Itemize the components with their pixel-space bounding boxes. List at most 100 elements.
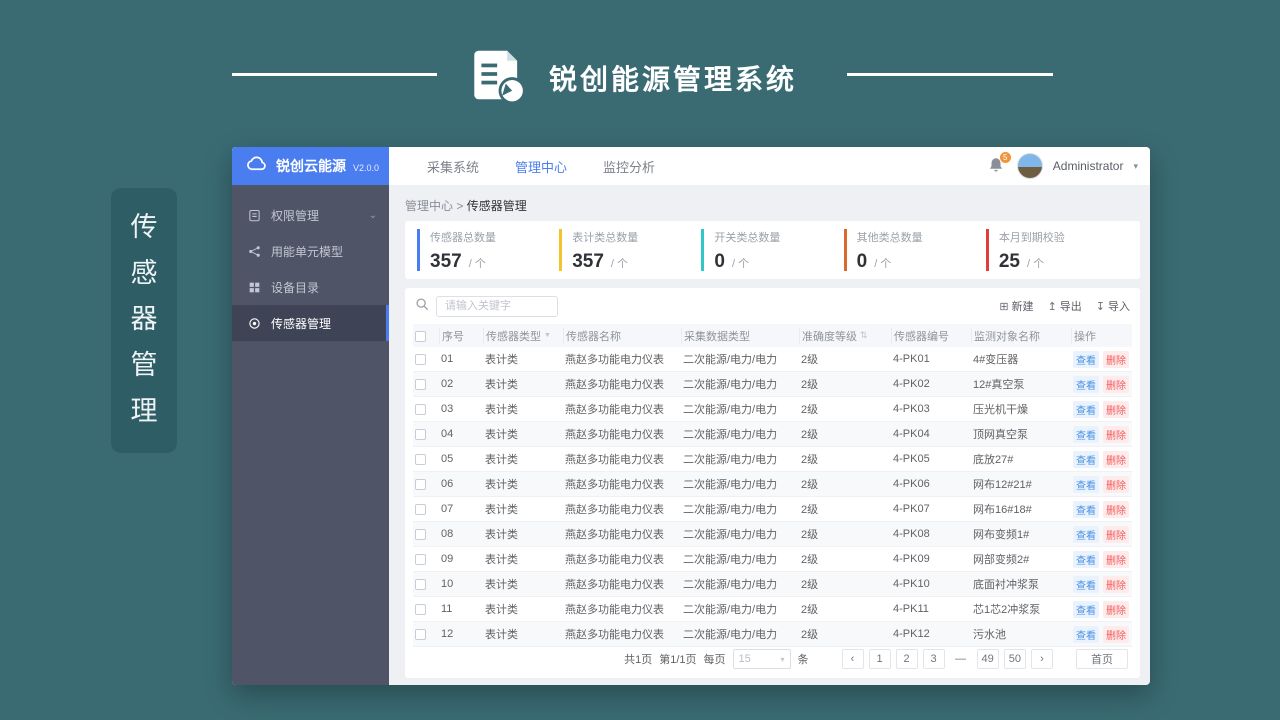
- row-checkbox[interactable]: [415, 529, 426, 540]
- row-checkbox[interactable]: [415, 404, 426, 415]
- row-checkbox[interactable]: [415, 479, 426, 490]
- page-number-button[interactable]: 49: [976, 649, 999, 669]
- sidebar-item[interactable]: 权限管理 ⌄: [232, 197, 389, 233]
- row-checkbox[interactable]: [415, 379, 426, 390]
- stat-value: 357/ 个: [572, 251, 629, 272]
- delete-button[interactable]: 删除: [1103, 350, 1129, 368]
- delete-button[interactable]: 删除: [1103, 500, 1129, 518]
- user-menu-caret-icon[interactable]: ▾: [1133, 161, 1138, 172]
- row-checkbox[interactable]: [415, 554, 426, 565]
- top-nav: 采集系统 管理中心 监控分析: [407, 147, 655, 185]
- row-sensor-name: 燕赵多功能电力仪表: [565, 379, 664, 391]
- row-target: 12#真空泵: [973, 379, 1025, 391]
- row-data-type: 二次能源/电力/电力: [683, 379, 778, 391]
- row-checkbox[interactable]: [415, 504, 426, 515]
- row-target: 污水池: [973, 629, 1006, 641]
- select-all-checkbox[interactable]: [415, 330, 426, 342]
- sidebar-item[interactable]: 设备目录: [232, 269, 389, 305]
- first-page-button[interactable]: 首页: [1076, 649, 1128, 669]
- row-checkbox[interactable]: [415, 579, 426, 590]
- row-checkbox[interactable]: [415, 354, 426, 365]
- delete-button[interactable]: 删除: [1103, 600, 1129, 618]
- col-header-accuracy[interactable]: 准确度等级 ⇅: [799, 327, 891, 344]
- delete-button[interactable]: 删除: [1103, 550, 1129, 568]
- per-page-caret-icon: ▾: [780, 654, 785, 664]
- delete-button[interactable]: 删除: [1103, 525, 1129, 543]
- view-button[interactable]: 查看: [1073, 425, 1099, 443]
- next-page-button[interactable]: ›: [1031, 649, 1053, 669]
- page-number-button[interactable]: 50: [1003, 649, 1026, 669]
- notification-badge: 5: [998, 151, 1012, 164]
- user-name[interactable]: Administrator: [1053, 159, 1124, 173]
- new-button[interactable]: ⊞ 新建: [999, 298, 1033, 314]
- row-sensor-name: 燕赵多功能电力仪表: [565, 604, 664, 616]
- view-button[interactable]: 查看: [1073, 375, 1099, 393]
- row-sensor-name: 燕赵多功能电力仪表: [565, 404, 664, 416]
- filter-icon[interactable]: ▼: [544, 332, 551, 339]
- delete-button[interactable]: 删除: [1103, 450, 1129, 468]
- document-icon: [471, 45, 529, 105]
- delete-button[interactable]: 删除: [1103, 475, 1129, 493]
- prev-page-button[interactable]: ‹: [841, 649, 864, 669]
- view-button[interactable]: 查看: [1073, 500, 1099, 518]
- delete-button[interactable]: 删除: [1103, 375, 1129, 393]
- side-label-sensor-management: 传感器管理: [111, 188, 177, 453]
- sort-icon[interactable]: ⇅: [860, 330, 868, 341]
- delete-button[interactable]: 删除: [1103, 625, 1129, 643]
- row-sensor-type: 表计类: [485, 354, 518, 366]
- delete-button[interactable]: 删除: [1103, 400, 1129, 418]
- delete-button[interactable]: 删除: [1103, 425, 1129, 443]
- table-row: 10 表计类 燕赵多功能电力仪表 二次能源/电力/电力 2级 4-PK10 底面衬冲浆泵 查看…: [413, 572, 1132, 597]
- sidebar-item[interactable]: 传感器管理: [232, 305, 389, 341]
- import-button[interactable]: ↧ 导入: [1096, 298, 1130, 314]
- view-button[interactable]: 查看: [1073, 475, 1099, 493]
- row-accuracy: 2级: [801, 529, 819, 541]
- view-button[interactable]: 查看: [1073, 575, 1099, 593]
- view-button[interactable]: 查看: [1073, 525, 1099, 543]
- row-no: 10: [441, 578, 454, 590]
- row-data-type: 二次能源/电力/电力: [683, 479, 778, 491]
- view-button[interactable]: 查看: [1073, 350, 1099, 368]
- row-code: 4-PK10: [893, 578, 930, 590]
- view-button[interactable]: 查看: [1073, 550, 1099, 568]
- pagination: 共1页 第1/1页 每页 15 ▾ 条 ‹ 1 2 3—49 50 › 首页: [417, 649, 1128, 669]
- breadcrumb-root[interactable]: 管理中心: [405, 199, 453, 213]
- view-button[interactable]: 查看: [1073, 400, 1099, 418]
- per-page-label: 每页: [703, 654, 726, 666]
- row-no: 11: [441, 603, 453, 615]
- search-input[interactable]: [436, 295, 558, 317]
- side-label-char: 理: [130, 396, 158, 426]
- row-data-type: 二次能源/电力/电力: [683, 579, 778, 591]
- view-button[interactable]: 查看: [1073, 600, 1099, 618]
- export-button[interactable]: ↥ 导出: [1048, 298, 1082, 314]
- table-row: 05 表计类 燕赵多功能电力仪表 二次能源/电力/电力 2级 4-PK05 底放27# 查看删…: [413, 447, 1132, 472]
- per-page-select[interactable]: 15 ▾: [732, 649, 791, 669]
- app-window: 锐创云能源 V2.0.0 采集系统 管理中心 监控分析 5 Administrato…: [232, 147, 1150, 685]
- col-header-actions: 操作: [1071, 327, 1132, 344]
- nav-tab[interactable]: 监控分析: [603, 157, 655, 176]
- search-icon[interactable]: [415, 297, 429, 316]
- row-checkbox[interactable]: [415, 629, 426, 640]
- delete-button[interactable]: 删除: [1103, 575, 1129, 593]
- user-avatar[interactable]: [1016, 153, 1043, 179]
- chevron-down-icon: ⌄: [368, 209, 377, 221]
- nav-tab[interactable]: 管理中心: [515, 157, 567, 176]
- page-number-button[interactable]: 2: [895, 649, 918, 669]
- notification-bell-icon[interactable]: 5: [987, 151, 1012, 177]
- row-code: 4-PK07: [893, 503, 930, 515]
- table-row: 12 表计类 燕赵多功能电力仪表 二次能源/电力/电力 2级 4-PK12 污水池 查看 删除: [413, 622, 1132, 647]
- sidebar-item[interactable]: 用能单元模型: [232, 233, 389, 269]
- breadcrumb-separator: >: [456, 199, 464, 213]
- view-button[interactable]: 查看: [1073, 450, 1099, 468]
- row-checkbox[interactable]: [415, 454, 426, 465]
- row-checkbox-cell: [413, 578, 439, 590]
- page-number-button[interactable]: 1: [868, 649, 891, 669]
- col-header-sensor-type[interactable]: 传感器类型 ▼: [483, 327, 563, 344]
- row-checkbox[interactable]: [415, 429, 426, 440]
- nav-tab[interactable]: 采集系统: [427, 157, 479, 176]
- page-number-button[interactable]: 3: [922, 649, 945, 669]
- pagination-total: 共1页: [624, 654, 653, 666]
- stat-block: 其他类总数量 0/ 个: [843, 229, 986, 271]
- row-checkbox[interactable]: [415, 604, 426, 615]
- view-button[interactable]: 查看: [1073, 625, 1099, 643]
